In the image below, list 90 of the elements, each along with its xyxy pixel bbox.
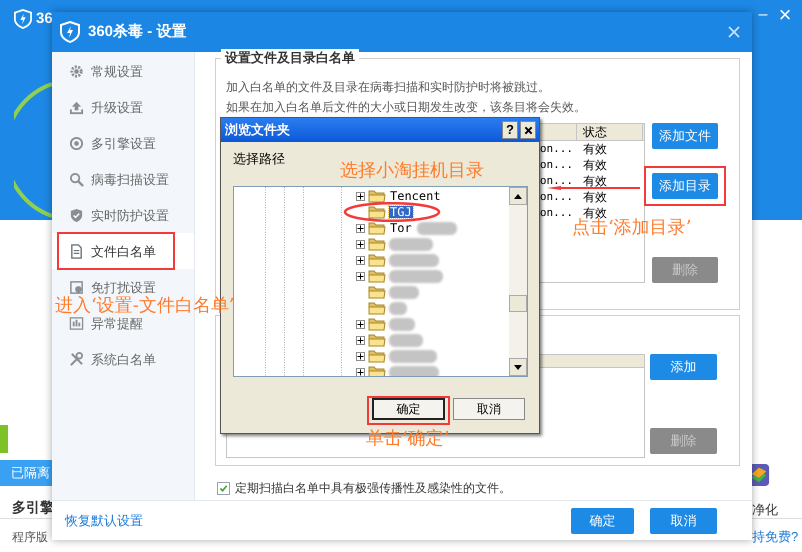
up-arrow-icon [514, 194, 522, 198]
expand-toggle[interactable] [356, 240, 365, 248]
expand-toggle[interactable] [356, 224, 365, 232]
status-bar-accent [0, 425, 8, 453]
expand-toggle[interactable] [356, 368, 365, 376]
plus-icon [357, 352, 364, 360]
description-text: 加入白名单的文件及目录在病毒扫描和实时防护时将被跳过。 [226, 79, 551, 96]
column-header: 状态 [577, 124, 643, 140]
expand-toggle[interactable] [356, 352, 365, 360]
version-label: 程序版 [12, 529, 48, 546]
document-icon [69, 244, 84, 258]
table-cell: 有效 [583, 207, 607, 219]
sidebar-item[interactable]: 升级设置 [69, 98, 143, 116]
annotation-text: 点击‘添加目录’ [572, 219, 692, 237]
shield-logo-icon [60, 21, 80, 43]
tool-label: 净化 [752, 501, 778, 519]
sidebar-item[interactable]: 异常提醒 [69, 314, 143, 332]
ok-button[interactable]: 确定 [372, 398, 445, 420]
down-arrow-icon [514, 364, 522, 370]
sidebar-item[interactable]: 病毒扫描设置 [69, 170, 169, 188]
checkbox[interactable] [217, 482, 230, 494]
tree-item[interactable]: Tor [389, 222, 413, 234]
upload-icon [69, 100, 84, 114]
tools-icon [69, 352, 84, 366]
table-cell: 有效 [583, 159, 607, 171]
add-button[interactable]: 添加文件 [652, 123, 718, 149]
sidebar-item[interactable]: 多引擎设置 [69, 134, 156, 152]
annotation-text: 选择小淘挂机目录 [340, 162, 484, 180]
description-text: 如果在加入白名单后文件的大小或日期发生改变，该条目将会失效。 [226, 99, 587, 116]
plus-icon [357, 320, 364, 328]
tree-item[interactable]: TGJ [389, 206, 413, 218]
close-icon [524, 126, 532, 134]
quarantine-tab[interactable]: 已隔离 [0, 460, 52, 486]
group-heading: 设置文件及目录白名单 [221, 49, 359, 67]
plus-icon [357, 192, 364, 200]
window-title: 360杀毒 - 设置 [88, 22, 186, 42]
table-cell: on... [540, 207, 573, 219]
shield-logo-icon [14, 9, 32, 29]
scroll-thumb[interactable] [509, 295, 527, 312]
table-cell: 有效 [583, 191, 607, 203]
add-button[interactable]: 添加目录 [652, 173, 718, 199]
table-cell: on... [540, 175, 573, 187]
plus-icon [357, 256, 364, 264]
target-icon [69, 136, 84, 150]
close-icon[interactable] [728, 26, 740, 38]
restore-defaults-link[interactable]: 恢复默认设置 [65, 510, 143, 530]
sidebar-item[interactable]: 实时防护设置 [69, 206, 169, 224]
bar-chart-icon [69, 316, 84, 330]
sidebar-item[interactable]: 常规设置 [69, 62, 143, 80]
annotation-text: 单击‘确定’ [366, 430, 450, 448]
table-cell: 有效 [583, 175, 607, 187]
expand-toggle[interactable] [356, 320, 365, 328]
sidebar-item[interactable]: 免打扰设置 [69, 278, 156, 296]
table-cell: on... [540, 143, 573, 155]
prompt-label: 选择路径 [233, 151, 286, 167]
plus-icon [357, 240, 364, 248]
close-button[interactable] [520, 121, 536, 139]
close-button[interactable]: × [775, 3, 795, 27]
expand-toggle[interactable] [356, 336, 365, 344]
promo-link[interactable]: 持免费? [752, 527, 798, 546]
table-cell: on... [540, 191, 573, 203]
dialog-title: 浏览文件夹 [225, 121, 290, 140]
checkbox-label: 定期扫描白名单中具有极强传播性及感染性的文件。 [235, 480, 511, 497]
square-icon [69, 280, 84, 294]
plus-icon [357, 368, 364, 376]
search-icon [69, 172, 84, 186]
help-button[interactable]: ? [502, 121, 518, 139]
gear-icon [69, 64, 84, 78]
sidebar-item[interactable]: 文件白名单 [69, 242, 156, 260]
scroll-up-button[interactable] [509, 187, 527, 205]
app-title: 36 [36, 10, 53, 28]
expand-toggle[interactable] [356, 192, 365, 200]
check-icon [219, 484, 228, 492]
plus-icon [357, 272, 364, 280]
scrollbar[interactable] [509, 187, 527, 376]
cancel-button[interactable]: 取消 [650, 508, 717, 534]
tree-item[interactable]: Tencent [389, 190, 442, 202]
expand-toggle[interactable] [356, 256, 365, 264]
ok-button[interactable]: 确定 [571, 508, 634, 534]
expand-toggle[interactable] [356, 272, 365, 280]
add-button[interactable]: 添加 [650, 354, 717, 380]
table-cell: 有效 [583, 143, 607, 155]
sidebar-item[interactable]: 系统白名单 [69, 350, 156, 368]
cancel-button[interactable]: 取消 [453, 398, 525, 420]
minimize-button[interactable]: – [755, 4, 771, 26]
plus-icon [357, 336, 364, 344]
scroll-down-button[interactable] [509, 358, 527, 376]
shield-icon [69, 208, 84, 222]
plus-icon [357, 224, 364, 232]
table-cell: on... [540, 159, 573, 171]
